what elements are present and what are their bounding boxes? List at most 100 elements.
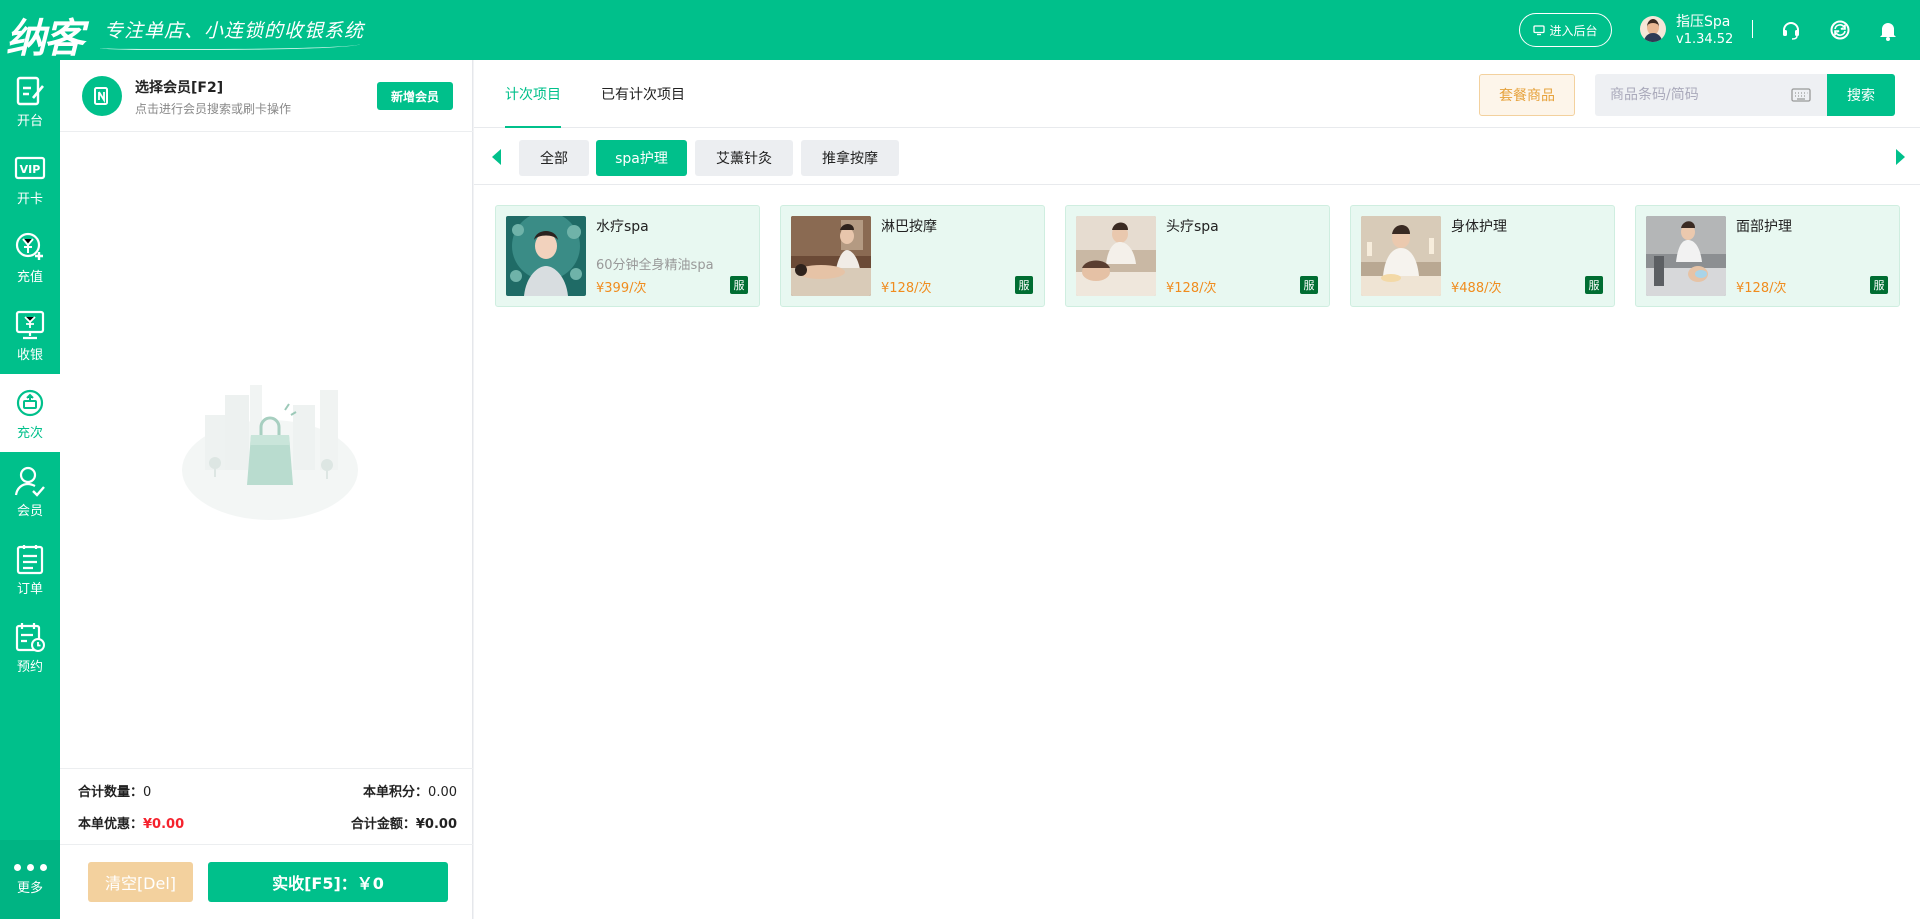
member-check-icon [14, 466, 45, 497]
product-name: 水疗spa [596, 219, 649, 235]
product-name: 头疗spa [1166, 219, 1219, 235]
service-badge: 服 [1015, 276, 1033, 294]
nav-item-orders[interactable]: 订单 [0, 530, 60, 608]
enter-backend-button[interactable]: 进入后台 [1519, 13, 1612, 47]
product-card[interactable]: 水疗spa 60分钟全身精油spa ¥399/次 服 [495, 205, 760, 307]
points-label: 本单积分： [363, 785, 429, 800]
side-nav: 开台 VIP 开卡 充值 收银 充次 会员 订单 预约 更多 [0, 60, 60, 919]
product-name: 面部护理 [1736, 219, 1792, 235]
category-all[interactable]: 全部 [519, 140, 589, 176]
slogan: 专注单店、小连锁的收银系统 [104, 20, 365, 42]
product-area: 计次项目 已有计次项目 套餐商品 搜索 全部 spa护理 艾薰针灸 推拿按摩 水 [474, 60, 1920, 919]
summary-row-1: 合计数量：0 本单积分：0.00 [78, 781, 457, 800]
appointment-calendar-icon [15, 622, 45, 652]
nav-label: 会员 [16, 503, 43, 519]
nav-item-cashier[interactable]: 收银 [0, 296, 60, 374]
search-input[interactable] [1595, 74, 1785, 116]
order-discount: 本单优惠：¥0.00 [78, 813, 184, 832]
user-name: 指压Spa [1676, 14, 1731, 30]
tab-times-items[interactable]: 计次项目 [505, 60, 561, 128]
member-select-header: 选择会员[F2] 点击进行会员搜索或刷卡操作 新增会员 [60, 60, 473, 132]
tab-bar: 计次项目 已有计次项目 套餐商品 搜索 [474, 60, 1920, 128]
service-badge: 服 [730, 276, 748, 294]
divider [60, 844, 473, 845]
product-image [1076, 216, 1156, 296]
order-points: 本单积分：0.00 [363, 781, 457, 800]
discount-label: 本单优惠： [78, 817, 144, 832]
nav-item-open-table[interactable]: 开台 [0, 62, 60, 140]
points-value: 0.00 [428, 785, 457, 800]
product-card[interactable]: 淋巴按摩 ¥128/次 服 [780, 205, 1045, 307]
product-image [1646, 216, 1726, 296]
select-member-title[interactable]: 选择会员[F2] [135, 77, 223, 97]
divider [1752, 20, 1753, 38]
product-card[interactable]: 面部护理 ¥128/次 服 [1635, 205, 1900, 307]
tab-existing-times-items[interactable]: 已有计次项目 [601, 60, 685, 128]
nav-item-open-card[interactable]: VIP 开卡 [0, 140, 60, 218]
cashier-monitor-icon [15, 310, 45, 339]
category-moxibustion[interactable]: 艾薰针灸 [695, 140, 793, 176]
more-dots-icon [13, 863, 47, 871]
scroll-left-icon[interactable] [492, 149, 501, 165]
product-image [506, 216, 586, 296]
nav-label: 开卡 [16, 191, 43, 207]
nav-label: 预约 [16, 659, 43, 675]
edit-table-icon [16, 76, 44, 105]
product-price: ¥128/次 [881, 281, 932, 296]
app-version: v1.34.52 [1676, 32, 1734, 47]
slogan-swoosh [100, 40, 360, 50]
cart-panel: 选择会员[F2] 点击进行会员搜索或刷卡操作 新增会员 合计数量：0 本单积分：… [60, 60, 473, 919]
service-badge: 服 [1585, 276, 1603, 294]
member-card-icon[interactable] [82, 76, 122, 116]
order-list-icon [16, 544, 44, 574]
monitor-icon [1533, 25, 1546, 36]
logo: 纳客 [6, 15, 84, 62]
refresh-sync-icon[interactable] [1828, 18, 1852, 42]
discount-value: ¥0.00 [143, 817, 185, 832]
nav-label: 开台 [16, 113, 43, 129]
product-card[interactable]: 头疗spa ¥128/次 服 [1065, 205, 1330, 307]
checkout-button[interactable]: 实收[F5]：￥0 [208, 862, 448, 902]
summary-row-2: 本单优惠：¥0.00 合计金额：¥0.00 [78, 813, 457, 832]
keyboard-icon[interactable] [1791, 87, 1811, 103]
total-amount-value: ¥0.00 [415, 817, 457, 832]
product-card[interactable]: 身体护理 ¥488/次 服 [1350, 205, 1615, 307]
nav-more[interactable]: 更多 [0, 840, 60, 919]
recharge-times-icon [16, 389, 44, 416]
search-box [1595, 74, 1827, 116]
product-price: ¥488/次 [1451, 281, 1502, 296]
order-total: 合计金额：¥0.00 [351, 813, 457, 832]
category-massage[interactable]: 推拿按摩 [801, 140, 899, 176]
nav-label: 充值 [16, 269, 43, 285]
scroll-right-icon[interactable] [1896, 149, 1905, 165]
service-badge: 服 [1300, 276, 1318, 294]
nav-label: 收银 [16, 347, 43, 363]
clear-cart-button[interactable]: 清空[Del] [88, 862, 193, 902]
nav-item-recharge-times[interactable]: 充次 [0, 374, 60, 452]
product-image [1361, 216, 1441, 296]
svg-text:VIP: VIP [20, 163, 41, 176]
nav-item-member[interactable]: 会员 [0, 452, 60, 530]
enter-backend-label: 进入后台 [1549, 23, 1598, 38]
add-member-button[interactable]: 新增会员 [377, 82, 453, 110]
headset-support-icon[interactable] [1779, 18, 1803, 42]
nav-label: 订单 [16, 581, 43, 597]
search-button[interactable]: 搜索 [1827, 74, 1895, 116]
nav-item-appointment[interactable]: 预约 [0, 608, 60, 686]
total-qty-value: 0 [143, 785, 152, 800]
package-products-button[interactable]: 套餐商品 [1479, 74, 1575, 116]
product-image [791, 216, 871, 296]
nav-item-recharge[interactable]: 充值 [0, 218, 60, 296]
select-member-hint: 点击进行会员搜索或刷卡操作 [135, 102, 292, 116]
category-spa-care[interactable]: spa护理 [596, 140, 687, 176]
vip-card-icon: VIP [14, 156, 46, 179]
service-badge: 服 [1870, 276, 1888, 294]
product-price: ¥128/次 [1166, 281, 1217, 296]
product-name: 淋巴按摩 [881, 219, 937, 235]
yen-plus-icon [15, 232, 43, 260]
user-avatar[interactable] [1640, 16, 1666, 42]
product-price: ¥399/次 [596, 281, 647, 296]
bell-icon[interactable] [1876, 18, 1900, 42]
product-desc: 60分钟全身精油spa [596, 258, 714, 273]
top-bar: 纳客 专注单店、小连锁的收银系统 进入后台 指压Spa v1.34.52 [0, 0, 1920, 62]
